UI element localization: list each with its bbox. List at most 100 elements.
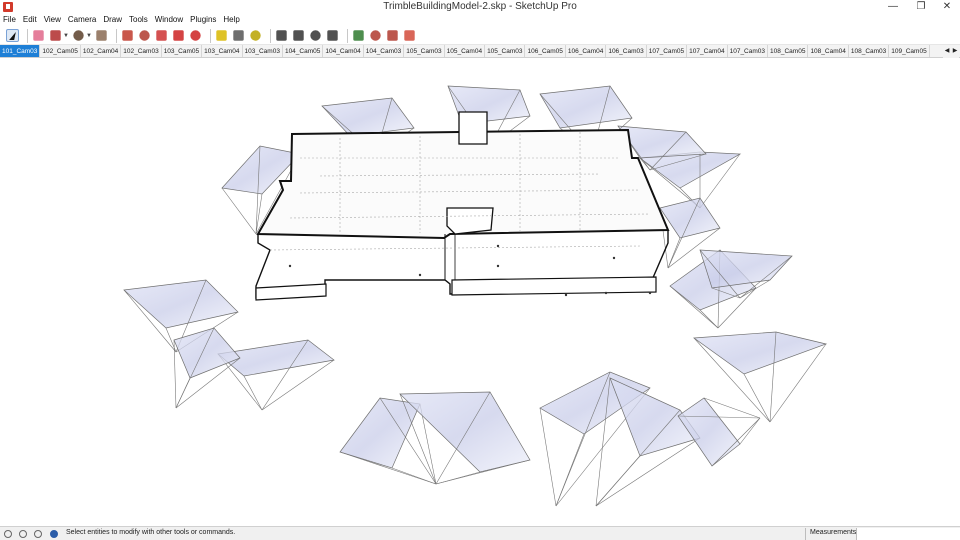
toolbar-separator: [209, 28, 211, 43]
zoom-tool-icon[interactable]: [310, 30, 321, 41]
scene-tab[interactable]: 101_Cam03: [0, 45, 41, 57]
title-bar: TrimbleBuildingModel-2.skp - SketchUp Pr…: [0, 0, 960, 14]
camera-photo-plane: [173, 327, 241, 379]
scene-tab[interactable]: 103_Cam04: [202, 45, 243, 57]
camera-frustum-edge: [699, 309, 719, 329]
geo-location-icon[interactable]: [4, 530, 12, 538]
building-entrance-box: [446, 207, 494, 235]
building-rooftop-box: [458, 111, 488, 145]
scene-tab[interactable]: 106_Cam03: [606, 45, 647, 57]
instructor-help-icon[interactable]: [50, 530, 58, 538]
scene-tab[interactable]: 104_Cam04: [323, 45, 364, 57]
scene-tab[interactable]: 106_Cam04: [566, 45, 607, 57]
dropdown-caret-icon[interactable]: ▼: [86, 33, 92, 39]
camera-photo-plane: [321, 97, 415, 137]
camera-frustum-edge: [595, 455, 641, 507]
window-title: TrimbleBuildingModel-2.skp - SketchUp Pr…: [383, 1, 577, 12]
select-tool-icon[interactable]: [6, 29, 19, 42]
scene-tab[interactable]: 107_Cam03: [728, 45, 769, 57]
push-pull-tool-icon[interactable]: [122, 30, 133, 41]
building-base-right: [451, 276, 657, 296]
model-viewport[interactable]: [0, 58, 960, 526]
scene-tab[interactable]: 107_Cam05: [647, 45, 688, 57]
pencil-tool-icon[interactable]: [50, 30, 61, 41]
measurements-input[interactable]: [856, 528, 960, 540]
menu-plugins[interactable]: Plugins: [190, 14, 216, 26]
dropdown-caret-icon[interactable]: ▼: [63, 33, 69, 39]
credits-icon[interactable]: [19, 530, 27, 538]
camera-photo-plane: [339, 397, 421, 469]
menu-edit[interactable]: Edit: [23, 14, 37, 26]
warehouse-tool-icon[interactable]: [370, 30, 381, 41]
scene-tab[interactable]: 103_Cam03: [243, 45, 283, 57]
scene-tab[interactable]: 106_Cam05: [525, 45, 566, 57]
scene-tab[interactable]: 102_Cam03: [121, 45, 162, 57]
shape-tool-icon[interactable]: [96, 30, 107, 41]
scene-tab[interactable]: 103_Cam05: [162, 45, 203, 57]
zoom-extents-tool-icon[interactable]: [327, 30, 338, 41]
orbit-tool-icon[interactable]: [276, 30, 287, 41]
tab-scroll-left-button[interactable]: ◀: [943, 45, 951, 58]
scene-tab[interactable]: 105_Cam03: [485, 45, 526, 57]
user-account-icon[interactable]: [34, 530, 42, 538]
toolbar-separator: [346, 28, 348, 43]
camera-photo-plane: [693, 331, 828, 375]
menu-bar: File Edit View Camera Draw Tools Window …: [0, 14, 960, 26]
camera-frustum-edge: [555, 433, 585, 507]
eraser-tool-icon[interactable]: [33, 30, 44, 41]
move-tool-icon[interactable]: [156, 30, 167, 41]
scene-tab[interactable]: 109_Cam05: [889, 45, 930, 57]
scene-tab[interactable]: 104_Cam05: [283, 45, 324, 57]
arc-tool-icon[interactable]: [73, 30, 84, 41]
menu-file[interactable]: File: [3, 14, 16, 26]
toolbar-separator: [27, 28, 28, 43]
scale-tool-icon[interactable]: [190, 30, 201, 41]
camera-frustum-edge: [435, 471, 481, 485]
status-message: Select entities to modify with other too…: [66, 529, 236, 536]
scene-tab[interactable]: 105_Cam03: [404, 45, 445, 57]
camera-frustum-edge: [221, 187, 257, 235]
scene-tab[interactable]: 108_Cam03: [849, 45, 890, 57]
menu-camera[interactable]: Camera: [68, 14, 96, 26]
menu-help[interactable]: Help: [223, 14, 239, 26]
menu-tools[interactable]: Tools: [129, 14, 148, 26]
camera-frustum-edge: [739, 417, 761, 445]
toolbar-separator: [115, 28, 117, 43]
scene-tab[interactable]: 104_Cam03: [364, 45, 405, 57]
text-tool-icon[interactable]: [250, 30, 261, 41]
measurements-label: Measurements: [810, 529, 857, 536]
close-button[interactable]: ✕: [934, 0, 960, 14]
building-base-left: [255, 283, 327, 301]
tab-scroll-right-button[interactable]: ▶: [951, 45, 959, 58]
sketchup-window: TrimbleBuildingModel-2.skp - SketchUp Pr…: [0, 0, 960, 540]
minimize-button[interactable]: —: [880, 0, 906, 14]
follow-me-tool-icon[interactable]: [139, 30, 150, 41]
camera-frustum-edge: [175, 377, 191, 409]
camera-photo-plane: [123, 279, 239, 329]
scene-tab[interactable]: 108_Cam05: [768, 45, 809, 57]
menu-draw[interactable]: Draw: [103, 14, 122, 26]
scene-tab[interactable]: 105_Cam04: [445, 45, 486, 57]
scene-tab[interactable]: 108_Cam04: [808, 45, 849, 57]
menu-window[interactable]: Window: [155, 14, 183, 26]
layout-tool-icon[interactable]: [353, 30, 364, 41]
status-bar: Select entities to modify with other too…: [0, 526, 960, 540]
menu-view[interactable]: View: [44, 14, 61, 26]
scene-tab[interactable]: 102_Cam04: [81, 45, 122, 57]
dimension-tool-icon[interactable]: [233, 30, 244, 41]
model-drawing: [123, 85, 828, 507]
status-divider: [805, 528, 806, 540]
send-to-layout-tool-icon[interactable]: [404, 30, 415, 41]
scene-tabs: 101_Cam03 102_Cam05 102_Cam04 102_Cam03 103_…: [0, 45, 960, 58]
camera-frustum-edge: [539, 407, 557, 507]
camera-frustum-edge: [243, 375, 263, 411]
extension-warehouse-tool-icon[interactable]: [387, 30, 398, 41]
tape-measure-tool-icon[interactable]: [216, 30, 227, 41]
pan-tool-icon[interactable]: [293, 30, 304, 41]
maximize-button[interactable]: ❐: [908, 0, 934, 14]
building-model: [255, 111, 670, 301]
camera-frustum-edge: [391, 467, 437, 485]
rotate-tool-icon[interactable]: [173, 30, 184, 41]
scene-tab[interactable]: 107_Cam04: [687, 45, 728, 57]
scene-tab[interactable]: 102_Cam05: [40, 45, 81, 57]
